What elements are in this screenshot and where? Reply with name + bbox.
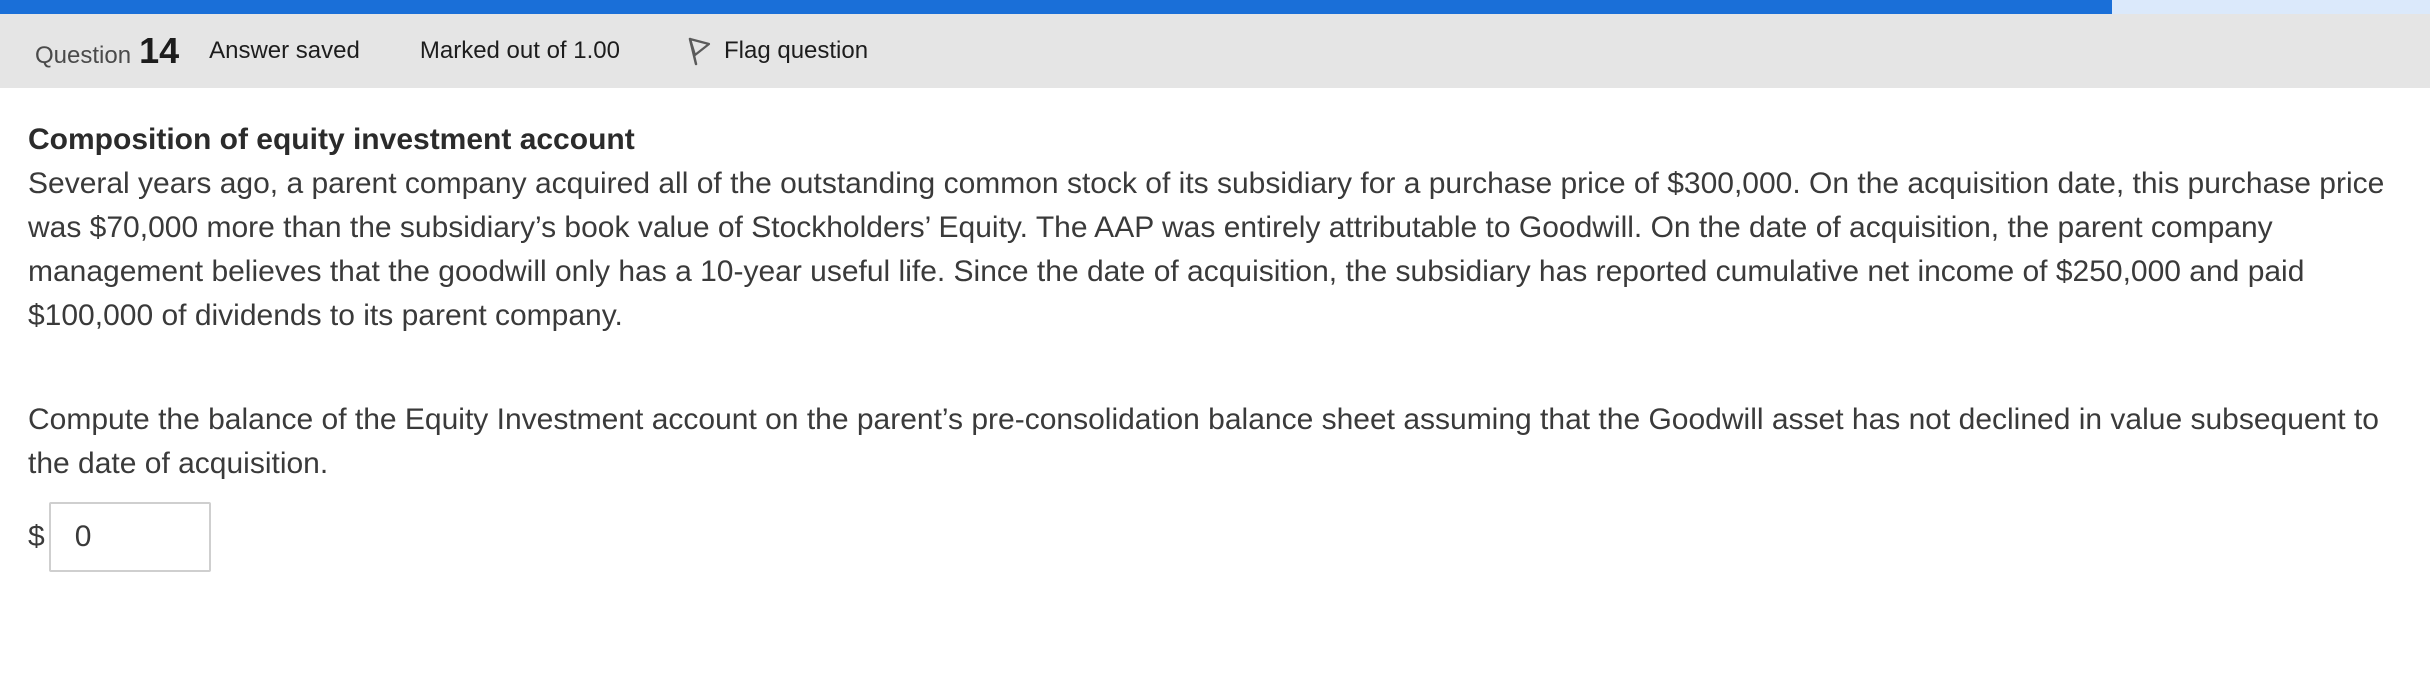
flag-question-label: Flag question [723, 37, 869, 64]
grade-info: Marked out of 1.00 [419, 37, 620, 64]
currency-symbol: $ [28, 520, 45, 553]
progress-bar-fill [0, 0, 2112, 14]
question-number-block: Question 14 [35, 30, 179, 72]
question-number: 14 [139, 30, 180, 71]
question-prompt: Compute the balance of the Equity Invest… [28, 403, 2379, 480]
flag-question-button[interactable]: Flag question [686, 36, 868, 66]
answer-input[interactable] [48, 502, 211, 572]
answer-state: Answer saved [209, 37, 360, 64]
flag-icon [686, 36, 712, 66]
question-body: Several years ago, a parent company acqu… [28, 167, 2385, 332]
answer-row: $ [28, 502, 2408, 572]
question-info-bar: Question 14 Answer saved Marked out of 1… [0, 14, 2430, 88]
question-label: Question [35, 42, 132, 69]
progress-bar [0, 0, 2430, 14]
question-content: Composition of equity investment account… [28, 118, 2408, 572]
question-title: Composition of equity investment account [28, 123, 635, 156]
